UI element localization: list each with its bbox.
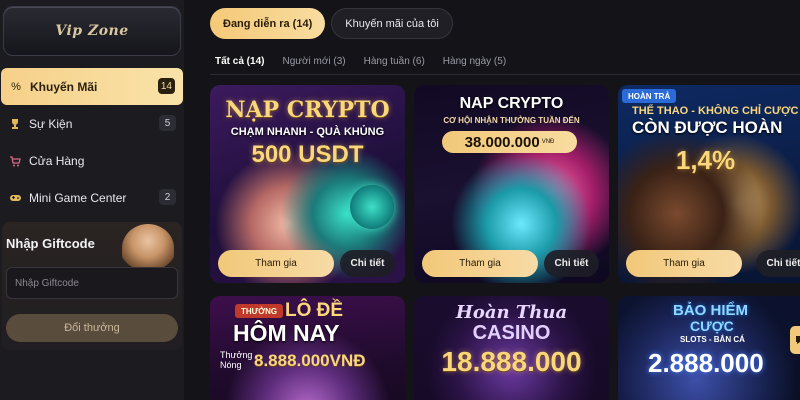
- sidebar-item-events[interactable]: Sự Kiện 5: [0, 105, 184, 142]
- gamepad-icon: [8, 191, 22, 205]
- promo-title: BẢO HIỂM: [673, 302, 748, 319]
- giftcode-title: Nhập Giftcode: [6, 236, 95, 251]
- promo-amount: 18.888.000: [441, 346, 582, 377]
- sidebar-item-label: Mini Game Center: [29, 190, 127, 205]
- join-button[interactable]: Tham gia: [626, 250, 742, 277]
- redeem-button[interactable]: Đổi thưởng: [6, 314, 178, 342]
- sidebar-item-label: Sự Kiện: [29, 116, 73, 131]
- count-badge: 14: [157, 78, 175, 94]
- details-button[interactable]: Chi tiết: [340, 250, 395, 277]
- promo-card[interactable]: NẠP CRYPTO CHẠM NHANH - QUÀ KHỦNG 500 US…: [210, 85, 405, 283]
- tab-all[interactable]: Tất cả (14): [215, 56, 264, 67]
- giftcode-input[interactable]: [6, 267, 178, 299]
- count-badge: 2: [159, 189, 176, 205]
- promo-amount: 8.888.000VNĐ: [254, 351, 366, 370]
- promo-subtitle: CƯỢC: [690, 318, 734, 334]
- promo-title: LÔ ĐỀ: [285, 300, 344, 321]
- promo-title: Hoàn Thua: [455, 302, 568, 323]
- divider: [210, 74, 800, 75]
- promo-label: Thưởng Nóng: [220, 350, 252, 370]
- promo-label: SLOTS - BẮN CÁ: [680, 335, 745, 344]
- sidebar-item-promotions[interactable]: % Khuyến Mãi 14: [1, 68, 183, 105]
- tether-coin-icon: [350, 185, 394, 229]
- promo-title: NAP CRYPTO: [459, 95, 564, 112]
- promo-amount-pill: 38.000.000 VNĐ: [442, 131, 577, 153]
- tab-daily[interactable]: Hàng ngày (5): [443, 56, 506, 67]
- count-badge: 5: [159, 115, 176, 131]
- details-button[interactable]: Chi tiết: [756, 250, 800, 277]
- sidebar: Vip Zone % Khuyến Mãi 14 Sự Kiện 5 Cửa H…: [0, 0, 184, 400]
- promo-card[interactable]: HOÀN TRẢ THỂ THAO - KHÔNG CHỈ CƯỢC CÒN Đ…: [618, 85, 800, 283]
- giftcode-panel: Nhập Giftcode Đổi thưởng: [2, 222, 182, 350]
- promo-title: NẠP CRYPTO: [225, 97, 390, 123]
- join-button[interactable]: Tham gia: [218, 250, 334, 277]
- tab-new-users[interactable]: Người mới (3): [282, 56, 345, 67]
- promo-label-line: Thưởng: [220, 350, 253, 360]
- giftcode-mascot-image: [122, 224, 174, 272]
- tab-weekly[interactable]: Hàng tuần (6): [364, 56, 425, 67]
- vip-zone-label: Vip Zone: [55, 23, 129, 39]
- sidebar-menu: % Khuyến Mãi 14 Sự Kiện 5 Cửa Hàng Mini …: [0, 68, 184, 216]
- trophy-icon: [8, 117, 22, 131]
- promo-card[interactable]: Hoàn Thua CASINO 18.888.000: [414, 296, 609, 400]
- promo-amount: 500 USDT: [251, 141, 364, 168]
- promo-badge: THƯỞNG: [235, 304, 284, 318]
- vip-zone-button[interactable]: Vip Zone: [3, 6, 181, 56]
- promo-card[interactable]: NAP CRYPTO CƠ HỘI NHẬN THƯỞNG TUẦN ĐẾN 3…: [414, 85, 609, 283]
- tab-my-promotions[interactable]: Khuyến mãi của tôi: [331, 8, 453, 39]
- promo-card[interactable]: BẢO HIỂM CƯỢC SLOTS - BẮN CÁ 2.888.000: [618, 296, 800, 400]
- promo-subtitle: HÔM NAY: [233, 320, 340, 346]
- details-button[interactable]: Chi tiết: [544, 250, 599, 277]
- promo-label-line: Nóng: [220, 360, 242, 370]
- sidebar-item-label: Khuyến Mãi: [30, 79, 98, 94]
- filter-tabs: Tất cả (14) Người mới (3) Hàng tuần (6) …: [215, 56, 506, 67]
- promo-amount: 1,4%: [675, 145, 736, 175]
- tab-ongoing[interactable]: Đang diễn ra (14): [210, 8, 326, 39]
- main-content: Đang diễn ra (14) Khuyến mãi của tôi Tất…: [200, 0, 800, 400]
- join-button[interactable]: Tham gia: [422, 250, 538, 277]
- promo-title: THỂ THAO - KHÔNG CHỈ CƯỢC: [632, 105, 799, 117]
- top-tabs: Đang diễn ra (14) Khuyến mãi của tôi: [210, 8, 453, 39]
- cart-icon: [8, 154, 22, 168]
- promo-subtitle: CƠ HỘI NHẬN THƯỞNG TUẦN ĐẾN: [443, 116, 580, 125]
- promo-subtitle: CÒN ĐƯỢC HOÀN: [632, 118, 783, 137]
- promo-card[interactable]: THƯỞNG LÔ ĐỀ HÔM NAY Thưởng Nóng 8.888.0…: [210, 296, 405, 400]
- percent-icon: %: [11, 80, 21, 93]
- sidebar-item-label: Cửa Hàng: [29, 153, 85, 168]
- promo-badge: HOÀN TRẢ: [622, 89, 677, 103]
- promo-subtitle: CASINO: [472, 322, 551, 344]
- chat-icon[interactable]: [790, 326, 800, 354]
- sidebar-item-shop[interactable]: Cửa Hàng: [0, 142, 184, 179]
- promo-subtitle: CHẠM NHANH - QUÀ KHỦNG: [230, 126, 385, 138]
- promo-amount: 38.000.000: [464, 133, 540, 151]
- sidebar-item-mini-game[interactable]: Mini Game Center 2: [0, 179, 184, 216]
- promo-amount: 2.888.000: [648, 348, 764, 378]
- promo-unit: VNĐ: [541, 139, 555, 145]
